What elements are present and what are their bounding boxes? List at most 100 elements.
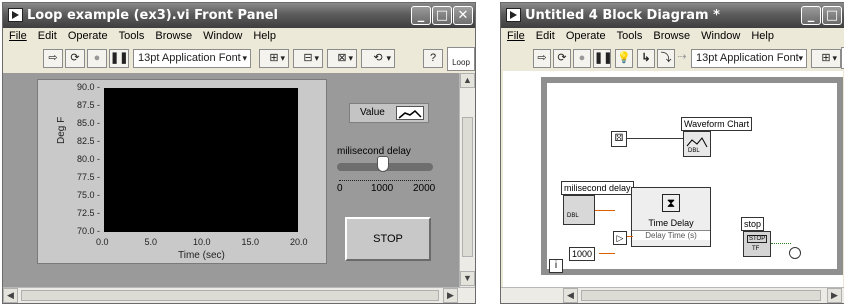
scroll-up-icon[interactable]: ▲	[460, 73, 475, 88]
menu-edit[interactable]: Edit	[34, 29, 61, 42]
vi-icon[interactable]: Loop	[447, 47, 475, 71]
y-tick-label: 72.5 -	[76, 208, 100, 218]
slider-label: milisecond delay	[337, 146, 411, 157]
menu-help[interactable]: Help	[747, 29, 778, 42]
x-tick-label: 0.0	[96, 237, 109, 247]
abort-icon[interactable]: ●	[573, 49, 591, 68]
front-panel-menubar: File Edit Operate Tools Browse Window He…	[3, 29, 475, 45]
y-tick-label: 82.5 -	[76, 136, 100, 146]
hscroll-thumb[interactable]	[581, 290, 821, 301]
random-number-icon[interactable]: ⚄	[611, 131, 627, 147]
menu-browse[interactable]: Browse	[649, 29, 694, 42]
x-tick-label: 5.0	[144, 237, 158, 247]
delay-control-terminal[interactable]: DBL	[563, 195, 595, 225]
scroll-right-icon[interactable]: ▶	[443, 288, 458, 303]
stop-button[interactable]: STOP	[345, 217, 431, 261]
reorder-icon[interactable]: ⟲	[361, 49, 395, 68]
front-panel-hscroll[interactable]: ◀ ▶	[3, 287, 475, 303]
wire-constant-to-multiply[interactable]	[599, 253, 615, 254]
pause-icon[interactable]: ❚❚	[593, 49, 612, 68]
block-diagram-window: Untitled 4 Block Diagram * _ □ File Edit…	[500, 2, 844, 304]
waveform-chart[interactable]: 90.0 - 87.5 - 85.0 - 82.5 - 80.0 - 77.5 - 75.0…	[37, 79, 327, 264]
block-diagram-titlebar[interactable]: Untitled 4 Block Diagram * _ □	[501, 3, 844, 28]
close-icon[interactable]: ✕	[453, 6, 473, 25]
menu-operate[interactable]: Operate	[562, 29, 610, 42]
front-panel-title: Loop example (ex3).vi Front Panel	[27, 8, 278, 23]
menu-operate[interactable]: Operate	[64, 29, 112, 42]
scroll-down-icon[interactable]: ▼	[460, 271, 475, 286]
hscroll-thumb[interactable]	[21, 290, 439, 301]
menu-edit[interactable]: Edit	[532, 29, 559, 42]
delay-control-label: milisecond delay	[561, 181, 634, 195]
vscroll-thumb[interactable]	[462, 117, 473, 257]
y-tick-label: 87.5 -	[76, 100, 100, 110]
retain-wire-values-icon[interactable]: ↳	[637, 49, 655, 68]
align-objects-icon[interactable]: ⊞	[259, 49, 289, 68]
value-label: Value	[360, 107, 385, 118]
front-panel-window: Loop example (ex3).vi Front Panel _ □ ✕ …	[2, 2, 476, 304]
menu-tools[interactable]: Tools	[115, 29, 149, 42]
minimize-icon[interactable]: _	[411, 6, 431, 25]
y-axis-label: Deg F	[56, 116, 67, 144]
stop-tf-text: TF	[752, 246, 760, 252]
wire-random-to-chart[interactable]	[627, 138, 683, 139]
block-diagram-hscroll[interactable]: ◀ ▶	[501, 287, 844, 303]
x-axis-label: Time (sec)	[178, 250, 225, 261]
front-panel-titlebar[interactable]: Loop example (ex3).vi Front Panel _ □ ✕	[3, 3, 475, 28]
abort-icon[interactable]: ●	[87, 49, 107, 68]
run-arrow-icon[interactable]: ⇨	[533, 49, 551, 68]
menu-window[interactable]: Window	[199, 29, 246, 42]
loop-condition-terminal[interactable]	[789, 247, 801, 259]
pause-icon[interactable]: ❚❚	[109, 49, 129, 68]
delay-slider-thumb[interactable]	[377, 156, 389, 172]
wire-stop-to-condition[interactable]	[771, 243, 791, 244]
run-continuously-icon[interactable]: ⟳	[553, 49, 571, 68]
block-diagram-toolbar: ⇨ ⟳ ● ❚❚ 💡 ↳ ⤵ ⇢ 13pt Application Font ⊞…	[501, 45, 844, 71]
menu-help[interactable]: Help	[249, 29, 280, 42]
resize-objects-icon[interactable]: ⊠	[327, 49, 357, 68]
multiply-node[interactable]: ▷	[613, 231, 627, 245]
distribute-objects-icon[interactable]: ⊟	[293, 49, 323, 68]
align-objects-icon[interactable]: ⊞	[811, 49, 841, 68]
x-tick-label: 10.0	[193, 237, 211, 247]
scroll-right-icon[interactable]: ▶	[827, 288, 842, 303]
y-tick-label: 75.0 -	[76, 190, 100, 200]
step-into-icon[interactable]: ⤵	[657, 49, 675, 68]
constant-1000[interactable]: 1000	[569, 247, 596, 261]
plot-legend-icon[interactable]	[396, 106, 424, 120]
maximize-icon[interactable]: □	[822, 6, 842, 25]
waveform-chart-label: Waveform Chart	[681, 117, 753, 131]
time-delay-node[interactable]: ⧗ Time Delay Delay Time (s)	[631, 187, 711, 247]
font-selector[interactable]: 13pt Application Font	[133, 49, 251, 68]
front-panel-vscroll[interactable]: ▲ ▼	[459, 73, 475, 287]
y-tick-label: 77.5 -	[76, 172, 100, 182]
waveform-chart-terminal[interactable]: DBL	[683, 131, 711, 157]
wire-delay-to-multiply[interactable]	[595, 210, 615, 211]
run-continuously-icon[interactable]: ⟳	[65, 49, 85, 68]
stop-button-text: STOP	[747, 235, 768, 243]
minimize-icon[interactable]: _	[801, 6, 821, 25]
front-panel-toolbar: ⇨ ⟳ ● ❚❚ 13pt Application Font ⊞ ⊟ ⊠ ⟲ ?…	[3, 45, 475, 71]
slider-scale	[339, 175, 431, 181]
y-tick-label: 90.0 -	[76, 82, 100, 92]
highlight-execution-icon[interactable]: 💡	[615, 49, 633, 68]
menu-tools[interactable]: Tools	[613, 29, 647, 42]
x-tick-label: 20.0	[290, 237, 308, 247]
block-diagram-menubar: File Edit Operate Tools Browse Window He…	[501, 29, 844, 45]
scroll-left-icon[interactable]: ◀	[3, 288, 18, 303]
wire-multiply-to-delay[interactable]	[627, 236, 633, 237]
step-out-icon[interactable]: ⇢	[677, 49, 687, 68]
y-tick-label: 70.0 -	[76, 226, 100, 236]
menu-file[interactable]: File	[3, 29, 31, 42]
delay-time-input[interactable]: Delay Time (s)	[632, 230, 710, 240]
value-legend[interactable]: Value	[349, 103, 429, 123]
font-selector[interactable]: 13pt Application Font	[691, 49, 807, 68]
maximize-icon[interactable]: □	[432, 6, 452, 25]
scroll-left-icon[interactable]: ◀	[563, 288, 578, 303]
stop-button-terminal[interactable]: STOP TF	[743, 231, 771, 257]
help-icon[interactable]: ?	[423, 49, 443, 68]
menu-window[interactable]: Window	[697, 29, 744, 42]
menu-file[interactable]: File	[501, 29, 529, 42]
run-arrow-icon[interactable]: ⇨	[43, 49, 63, 68]
menu-browse[interactable]: Browse	[151, 29, 196, 42]
